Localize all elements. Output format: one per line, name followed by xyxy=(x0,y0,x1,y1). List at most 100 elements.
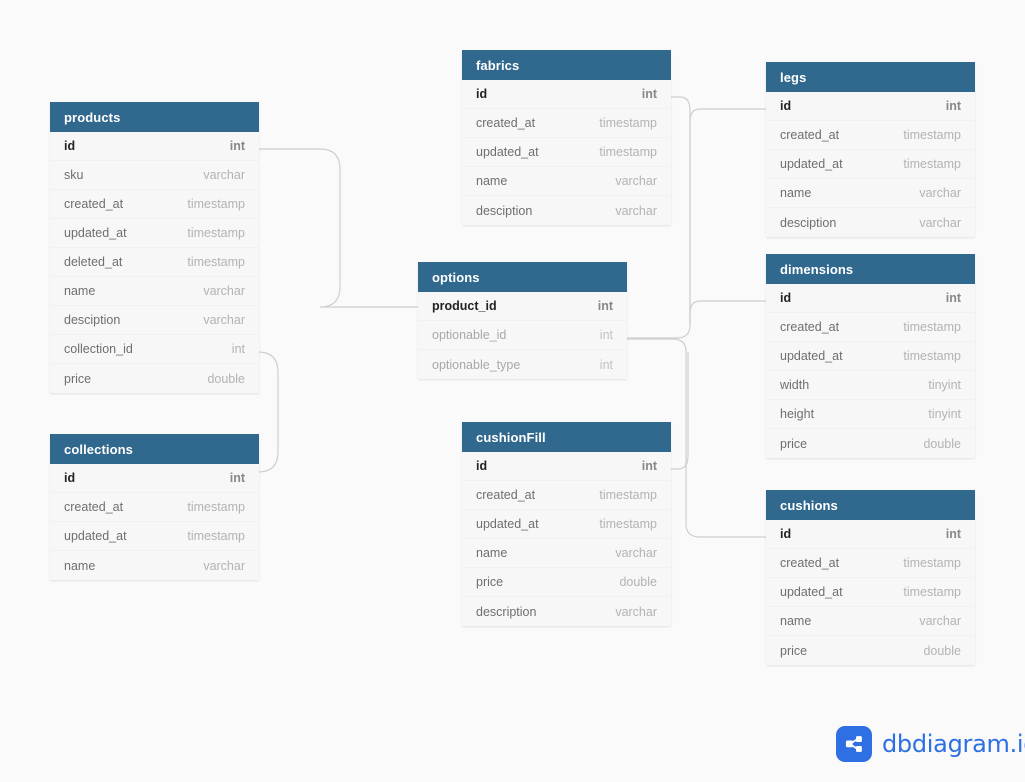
field-type: int xyxy=(945,527,961,541)
table-title[interactable]: collections xyxy=(50,434,259,464)
field-type: timestamp xyxy=(903,157,961,171)
field-type: timestamp xyxy=(599,145,657,159)
field-row[interactable]: name varchar xyxy=(50,551,259,580)
field-row[interactable]: description varchar xyxy=(462,597,671,626)
field-name: description xyxy=(476,604,537,619)
relationship-edge xyxy=(259,148,418,308)
table-title[interactable]: cushions xyxy=(766,490,975,520)
field-row[interactable]: optionable_type int xyxy=(418,350,627,379)
field-name: optionable_id xyxy=(432,328,507,342)
field-name: created_at xyxy=(476,116,536,130)
table-title[interactable]: dimensions xyxy=(766,254,975,284)
field-name: updated_at xyxy=(780,157,843,171)
relationship-edge xyxy=(257,351,279,473)
field-row[interactable]: name varchar xyxy=(766,607,975,636)
field-row[interactable]: id int xyxy=(462,80,671,109)
field-row[interactable]: updated_at timestamp xyxy=(766,150,975,179)
field-row[interactable]: deleted_at timestamp xyxy=(50,248,259,277)
field-row[interactable]: updated_at timestamp xyxy=(462,510,671,539)
field-row[interactable]: name varchar xyxy=(462,167,671,196)
table-title[interactable]: legs xyxy=(766,62,975,92)
field-name: created_at xyxy=(780,128,840,142)
field-row[interactable]: id int xyxy=(766,284,975,313)
field-type: int xyxy=(945,291,961,305)
field-row[interactable]: id int xyxy=(766,92,975,121)
field-row[interactable]: created_at timestamp xyxy=(766,313,975,342)
field-name: price xyxy=(780,436,808,451)
table-card-fabrics[interactable]: fabrics id int created_at timestamp updated_a… xyxy=(462,50,671,225)
table-title[interactable]: fabrics xyxy=(462,50,671,80)
field-type: timestamp xyxy=(599,517,657,531)
field-row[interactable]: price double xyxy=(766,636,975,665)
field-row[interactable]: name varchar xyxy=(50,277,259,306)
field-row[interactable]: created_at timestamp xyxy=(50,190,259,219)
field-type: varchar xyxy=(615,174,657,188)
diagram-canvas[interactable]: products id int sku varchar created_at timesta… xyxy=(0,0,1025,782)
field-name: updated_at xyxy=(476,145,539,159)
field-name: id xyxy=(476,459,488,473)
field-name: deleted_at xyxy=(64,255,123,269)
field-row[interactable]: desciption varchar xyxy=(50,306,259,335)
field-type: double xyxy=(923,436,961,451)
field-row[interactable]: created_at timestamp xyxy=(50,493,259,522)
field-name: price xyxy=(476,575,504,589)
field-name: id xyxy=(780,291,792,305)
field-type: varchar xyxy=(203,313,245,327)
field-row[interactable]: price double xyxy=(462,568,671,597)
field-name: updated_at xyxy=(780,349,843,363)
field-name: created_at xyxy=(64,500,124,514)
field-row[interactable]: name varchar xyxy=(462,539,671,568)
field-row[interactable]: name varchar xyxy=(766,179,975,208)
field-type: timestamp xyxy=(599,116,657,130)
field-name: collection_id xyxy=(64,342,133,356)
field-row[interactable]: created_at timestamp xyxy=(766,549,975,578)
field-name: updated_at xyxy=(64,226,127,240)
field-type: varchar xyxy=(615,546,657,560)
table-title[interactable]: products xyxy=(50,102,259,132)
table-card-options[interactable]: options product_id int optionable_id int opti… xyxy=(418,262,627,379)
field-row[interactable]: price double xyxy=(766,429,975,458)
field-row[interactable]: sku varchar xyxy=(50,161,259,190)
field-row[interactable]: height tinyint xyxy=(766,400,975,429)
field-type: varchar xyxy=(203,168,245,182)
field-row[interactable]: price double xyxy=(50,364,259,393)
table-title[interactable]: options xyxy=(418,262,627,292)
relationship-edge xyxy=(670,352,689,470)
field-row[interactable]: desciption varchar xyxy=(766,208,975,237)
field-row[interactable]: updated_at timestamp xyxy=(50,522,259,551)
field-type: timestamp xyxy=(903,320,961,334)
table-card-products[interactable]: products id int sku varchar created_at timesta… xyxy=(50,102,259,393)
field-name: id xyxy=(476,87,488,101)
field-row[interactable]: id int xyxy=(462,452,671,481)
field-type: timestamp xyxy=(903,585,961,599)
field-row[interactable]: updated_at timestamp xyxy=(766,578,975,607)
field-row[interactable]: updated_at timestamp xyxy=(462,138,671,167)
field-row[interactable]: desciption varchar xyxy=(462,196,671,225)
table-card-legs[interactable]: legs id int created_at timestamp updated_at ti… xyxy=(766,62,975,237)
field-type: int xyxy=(599,328,613,342)
field-type: int xyxy=(641,459,657,473)
field-row[interactable]: id int xyxy=(766,520,975,549)
field-name: created_at xyxy=(64,197,124,211)
field-row[interactable]: created_at timestamp xyxy=(462,109,671,138)
field-row[interactable]: id int xyxy=(50,132,259,161)
field-row[interactable]: created_at timestamp xyxy=(766,121,975,150)
field-name: optionable_type xyxy=(432,357,521,372)
table-card-dimensions[interactable]: dimensions id int created_at timestamp update… xyxy=(766,254,975,458)
dbdiagram-logo[interactable]: dbdiagram.io xyxy=(836,726,1025,762)
field-row[interactable]: updated_at timestamp xyxy=(50,219,259,248)
field-type: timestamp xyxy=(903,556,961,570)
field-row[interactable]: updated_at timestamp xyxy=(766,342,975,371)
field-row[interactable]: optionable_id int xyxy=(418,321,627,350)
field-row[interactable]: width tinyint xyxy=(766,371,975,400)
table-title[interactable]: cushionFill xyxy=(462,422,671,452)
field-row[interactable]: created_at timestamp xyxy=(462,481,671,510)
field-name: name xyxy=(64,558,96,573)
field-row[interactable]: product_id int xyxy=(418,292,627,321)
field-row[interactable]: collection_id int xyxy=(50,335,259,364)
table-card-cushionfill[interactable]: cushionFill id int created_at timestamp updat… xyxy=(462,422,671,626)
field-row[interactable]: id int xyxy=(50,464,259,493)
table-card-cushions[interactable]: cushions id int created_at timestamp updated_… xyxy=(766,490,975,665)
table-card-collections[interactable]: collections id int created_at timestamp updat… xyxy=(50,434,259,580)
field-name: id xyxy=(780,99,792,113)
